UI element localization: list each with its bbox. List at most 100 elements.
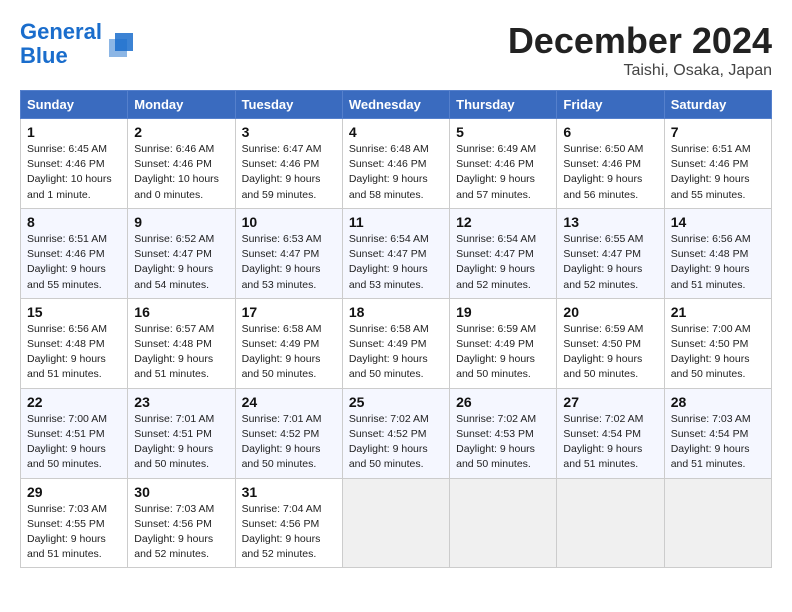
header-sunday: Sunday — [21, 91, 128, 119]
day-info: Sunrise: 6:57 AMSunset: 4:48 PMDaylight:… — [134, 322, 228, 383]
week-row-2: 8 Sunrise: 6:51 AMSunset: 4:46 PMDaylight… — [21, 208, 772, 298]
day-info: Sunrise: 6:59 AMSunset: 4:49 PMDaylight:… — [456, 322, 550, 383]
calendar-cell: 27 Sunrise: 7:02 AMSunset: 4:54 PMDayligh… — [557, 388, 664, 478]
calendar-cell: 19 Sunrise: 6:59 AMSunset: 4:49 PMDayligh… — [450, 298, 557, 388]
day-info: Sunrise: 7:04 AMSunset: 4:56 PMDaylight:… — [242, 502, 336, 563]
day-info: Sunrise: 7:02 AMSunset: 4:53 PMDaylight:… — [456, 412, 550, 473]
calendar-cell: 12 Sunrise: 6:54 AMSunset: 4:47 PMDayligh… — [450, 208, 557, 298]
day-number: 12 — [456, 214, 550, 230]
calendar-cell: 28 Sunrise: 7:03 AMSunset: 4:54 PMDayligh… — [664, 388, 771, 478]
title-block: December 2024 Taishi, Osaka, Japan — [508, 20, 772, 80]
header-monday: Monday — [128, 91, 235, 119]
day-info: Sunrise: 6:51 AMSunset: 4:46 PMDaylight:… — [671, 142, 765, 203]
calendar-cell: 13Sunrise: 6:55 AMSunset: 4:47 PMDayligh… — [557, 208, 664, 298]
day-info: Sunrise: 6:56 AMSunset: 4:48 PMDaylight:… — [671, 232, 765, 293]
day-number: 27 — [563, 394, 657, 410]
day-number: 5 — [456, 124, 550, 140]
day-number: 4 — [349, 124, 443, 140]
day-number: 8 — [27, 214, 121, 230]
calendar-cell: 26 Sunrise: 7:02 AMSunset: 4:53 PMDayligh… — [450, 388, 557, 478]
calendar-cell: 5 Sunrise: 6:49 AMSunset: 4:46 PMDaylight… — [450, 119, 557, 209]
calendar-cell: 7 Sunrise: 6:51 AMSunset: 4:46 PMDaylight… — [664, 119, 771, 209]
calendar-cell: 4Sunrise: 6:48 AMSunset: 4:46 PMDaylight… — [342, 119, 449, 209]
day-number: 31 — [242, 484, 336, 500]
day-info: Sunrise: 7:03 AMSunset: 4:55 PMDaylight:… — [27, 502, 121, 563]
day-info: Sunrise: 7:01 AMSunset: 4:51 PMDaylight:… — [134, 412, 228, 473]
calendar-cell: 14Sunrise: 6:56 AMSunset: 4:48 PMDayligh… — [664, 208, 771, 298]
day-number: 22 — [27, 394, 121, 410]
calendar-cell: 1Sunrise: 6:45 AMSunset: 4:46 PMDaylight… — [21, 119, 128, 209]
logo: General Blue — [20, 20, 135, 68]
day-info: Sunrise: 7:02 AMSunset: 4:52 PMDaylight:… — [349, 412, 443, 473]
day-number: 16 — [134, 304, 228, 320]
day-info: Sunrise: 6:50 AMSunset: 4:46 PMDaylight:… — [563, 142, 657, 203]
day-info: Sunrise: 7:02 AMSunset: 4:54 PMDaylight:… — [563, 412, 657, 473]
day-number: 11 — [349, 214, 443, 230]
calendar-cell: 24 Sunrise: 7:01 AMSunset: 4:52 PMDayligh… — [235, 388, 342, 478]
day-number: 2 — [134, 124, 228, 140]
day-number: 17 — [242, 304, 336, 320]
week-row-1: 1Sunrise: 6:45 AMSunset: 4:46 PMDaylight… — [21, 119, 772, 209]
day-number: 15 — [27, 304, 121, 320]
day-info: Sunrise: 6:59 AMSunset: 4:50 PMDaylight:… — [563, 322, 657, 383]
day-info: Sunrise: 6:45 AMSunset: 4:46 PMDaylight:… — [27, 142, 121, 203]
calendar-cell — [664, 478, 771, 568]
day-number: 25 — [349, 394, 443, 410]
calendar-cell: 16 Sunrise: 6:57 AMSunset: 4:48 PMDayligh… — [128, 298, 235, 388]
calendar-cell — [557, 478, 664, 568]
calendar-cell — [450, 478, 557, 568]
calendar-cell: 2 Sunrise: 6:46 AMSunset: 4:46 PMDaylight… — [128, 119, 235, 209]
day-number: 30 — [134, 484, 228, 500]
logo-text: General Blue — [20, 20, 102, 68]
calendar-cell: 30 Sunrise: 7:03 AMSunset: 4:56 PMDayligh… — [128, 478, 235, 568]
day-number: 7 — [671, 124, 765, 140]
day-number: 10 — [242, 214, 336, 230]
day-info: Sunrise: 6:51 AMSunset: 4:46 PMDaylight:… — [27, 232, 121, 293]
month-title: December 2024 — [508, 20, 772, 62]
calendar-cell: 9 Sunrise: 6:52 AMSunset: 4:47 PMDaylight… — [128, 208, 235, 298]
calendar-cell: 31 Sunrise: 7:04 AMSunset: 4:56 PMDayligh… — [235, 478, 342, 568]
day-number: 9 — [134, 214, 228, 230]
calendar-cell: 29Sunrise: 7:03 AMSunset: 4:55 PMDayligh… — [21, 478, 128, 568]
logo-icon — [105, 29, 135, 59]
day-info: Sunrise: 7:03 AMSunset: 4:56 PMDaylight:… — [134, 502, 228, 563]
calendar-cell: 6 Sunrise: 6:50 AMSunset: 4:46 PMDaylight… — [557, 119, 664, 209]
day-info: Sunrise: 6:54 AMSunset: 4:47 PMDaylight:… — [456, 232, 550, 293]
header-thursday: Thursday — [450, 91, 557, 119]
day-number: 19 — [456, 304, 550, 320]
day-info: Sunrise: 7:00 AMSunset: 4:50 PMDaylight:… — [671, 322, 765, 383]
calendar-cell: 3Sunrise: 6:47 AMSunset: 4:46 PMDaylight… — [235, 119, 342, 209]
day-number: 24 — [242, 394, 336, 410]
calendar-cell: 23Sunrise: 7:01 AMSunset: 4:51 PMDayligh… — [128, 388, 235, 478]
day-info: Sunrise: 6:56 AMSunset: 4:48 PMDaylight:… — [27, 322, 121, 383]
header-wednesday: Wednesday — [342, 91, 449, 119]
calendar-cell: 11Sunrise: 6:54 AMSunset: 4:47 PMDayligh… — [342, 208, 449, 298]
page-header: General Blue December 2024 Taishi, Osaka… — [20, 20, 772, 80]
day-number: 21 — [671, 304, 765, 320]
calendar-cell: 8 Sunrise: 6:51 AMSunset: 4:46 PMDaylight… — [21, 208, 128, 298]
calendar-cell: 18Sunrise: 6:58 AMSunset: 4:49 PMDayligh… — [342, 298, 449, 388]
week-row-5: 29Sunrise: 7:03 AMSunset: 4:55 PMDayligh… — [21, 478, 772, 568]
day-number: 28 — [671, 394, 765, 410]
calendar-cell: 20Sunrise: 6:59 AMSunset: 4:50 PMDayligh… — [557, 298, 664, 388]
calendar-cell: 22Sunrise: 7:00 AMSunset: 4:51 PMDayligh… — [21, 388, 128, 478]
week-row-4: 22Sunrise: 7:00 AMSunset: 4:51 PMDayligh… — [21, 388, 772, 478]
day-info: Sunrise: 7:01 AMSunset: 4:52 PMDaylight:… — [242, 412, 336, 473]
calendar-cell: 21 Sunrise: 7:00 AMSunset: 4:50 PMDayligh… — [664, 298, 771, 388]
day-number: 6 — [563, 124, 657, 140]
day-info: Sunrise: 7:03 AMSunset: 4:54 PMDaylight:… — [671, 412, 765, 473]
day-info: Sunrise: 6:52 AMSunset: 4:47 PMDaylight:… — [134, 232, 228, 293]
day-number: 18 — [349, 304, 443, 320]
header-saturday: Saturday — [664, 91, 771, 119]
calendar-cell: 17 Sunrise: 6:58 AMSunset: 4:49 PMDayligh… — [235, 298, 342, 388]
header-friday: Friday — [557, 91, 664, 119]
day-info: Sunrise: 6:58 AMSunset: 4:49 PMDaylight:… — [242, 322, 336, 383]
day-info: Sunrise: 6:49 AMSunset: 4:46 PMDaylight:… — [456, 142, 550, 203]
calendar-cell: 25 Sunrise: 7:02 AMSunset: 4:52 PMDayligh… — [342, 388, 449, 478]
day-number: 26 — [456, 394, 550, 410]
location: Taishi, Osaka, Japan — [508, 62, 772, 80]
calendar-cell — [342, 478, 449, 568]
day-info: Sunrise: 6:46 AMSunset: 4:46 PMDaylight:… — [134, 142, 228, 203]
calendar-cell: 10Sunrise: 6:53 AMSunset: 4:47 PMDayligh… — [235, 208, 342, 298]
week-row-3: 15 Sunrise: 6:56 AMSunset: 4:48 PMDayligh… — [21, 298, 772, 388]
